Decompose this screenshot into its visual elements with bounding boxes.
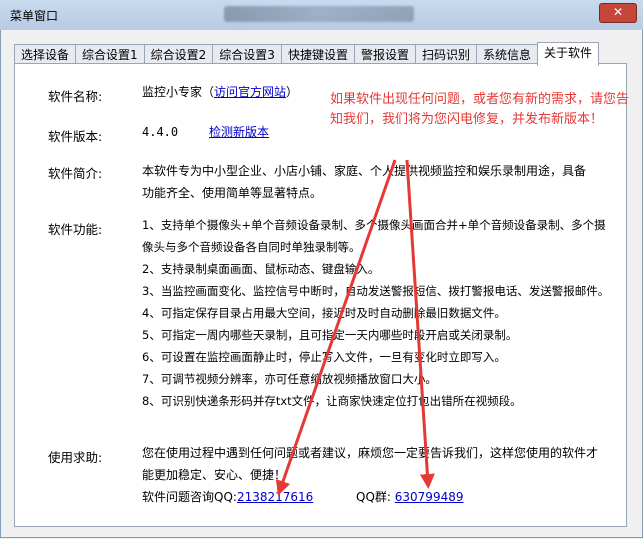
- feature-item: 6、可设置在监控画面静止时，停止写入文件，一旦有变化时立即写入。: [142, 350, 506, 364]
- feature-item: 7、可调节视频分辨率，亦可任意缩放视频播放窗口大小。: [142, 372, 437, 386]
- help-text: 您在使用过程中遇到任何问题或者建议，麻烦您一定要告诉我们，这样您使用的软件才能更…: [142, 446, 599, 482]
- qq-number-link[interactable]: 2138217616: [237, 490, 313, 504]
- qq-group-link[interactable]: 630799489: [395, 490, 464, 504]
- software-version-value: 4.4.0: [142, 125, 179, 139]
- tab-system-info[interactable]: 系统信息: [475, 44, 538, 65]
- qq-group-label: QQ群:: [356, 490, 391, 504]
- feature-item: 5、可指定一周内哪些天录制，且可指定一天内哪些时段开启或关闭录制。: [142, 328, 518, 342]
- feature-item: 4、可指定保存目录占用最大空间，接近时及时自动删除最旧数据文件。: [142, 306, 506, 320]
- blurred-title-area: [224, 6, 414, 22]
- software-name-label: 软件名称:: [48, 89, 103, 104]
- tab-barcode-scan[interactable]: 扫码识别: [414, 44, 477, 65]
- window-title: 菜单窗口: [10, 9, 59, 23]
- qq-label: 软件问题咨询QQ:: [142, 490, 237, 504]
- features-list: 1、支持单个摄像头+单个音频设备录制、多个摄像头画面合并+单个音频设备录制、多个…: [142, 214, 612, 412]
- tab-about-software[interactable]: 关于软件: [537, 42, 600, 66]
- qq-group: QQ群: 630799489: [356, 487, 463, 507]
- help-label: 使用求助:: [48, 450, 103, 465]
- software-name-text: 监控小专家（: [142, 85, 215, 99]
- qq-contact: 软件问题咨询QQ:2138217616: [142, 487, 313, 507]
- annotation-note: 如果软件出现任何问题，或者您有新的需求，请您告知我们，我们将为您闪电修复，并发布…: [330, 92, 630, 127]
- software-version-label: 软件版本:: [48, 129, 103, 144]
- official-site-link[interactable]: 访问官方网站: [214, 85, 286, 99]
- software-name-value: 监控小专家（访问官方网站）: [142, 82, 298, 102]
- tab-general-settings-3[interactable]: 综合设置3: [212, 44, 282, 65]
- software-features-label: 软件功能:: [48, 222, 103, 237]
- tab-general-settings-2[interactable]: 综合设置2: [143, 44, 214, 65]
- feature-item: 8、可识别快递条形码并存txt文件，让商家快速定位打包出错所在视频段。: [142, 394, 522, 408]
- software-intro-label: 软件简介:: [48, 166, 103, 181]
- software-intro-text: 本软件专为中小型企业、小店小铺、家庭、个人提供视频监控和娱乐录制用途，具备功能齐…: [142, 164, 587, 200]
- feature-item: 1、支持单个摄像头+单个音频设备录制、多个摄像头画面合并+单个音频设备录制、多个…: [142, 218, 606, 254]
- feature-item: 3、当监控画面变化、监控信号中断时，自动发送警报短信、拨打警报电话、发送警报邮件…: [142, 284, 610, 298]
- close-button[interactable]: ✕: [599, 3, 637, 23]
- check-update-link[interactable]: 检测新版本: [209, 122, 269, 142]
- feature-item: 2、支持录制桌面画面、鼠标动态、键盘输入。: [142, 262, 380, 276]
- tab-alarm-settings[interactable]: 警报设置: [353, 44, 416, 65]
- tab-general-settings-1[interactable]: 综合设置1: [75, 44, 145, 65]
- tab-shortcut-settings[interactable]: 快捷键设置: [280, 44, 355, 65]
- title-bar: 菜单窗口 ✕: [0, 0, 643, 31]
- tab-select-device[interactable]: 选择设备: [14, 44, 77, 65]
- software-name-close: ）: [286, 85, 299, 99]
- tab-strip: 选择设备 综合设置1 综合设置2 综合设置3 快捷键设置 警报设置 扫码识别 系…: [14, 42, 600, 66]
